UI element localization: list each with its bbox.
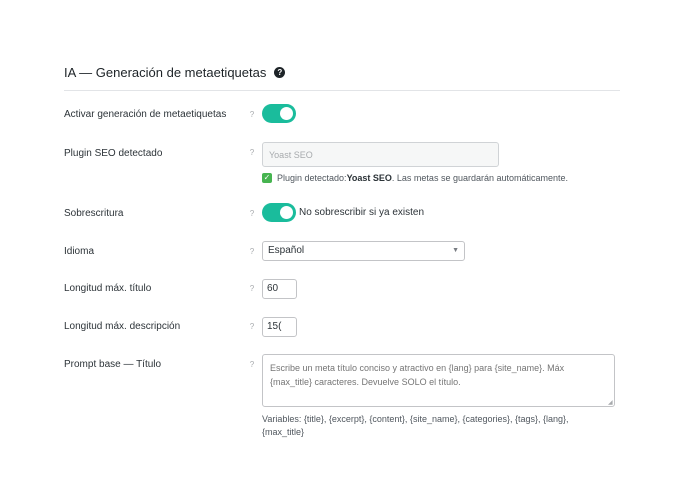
help-icon[interactable]: ? bbox=[247, 209, 257, 219]
description-length-label: Longitud máx. descripción bbox=[64, 321, 181, 332]
toggle-knob bbox=[280, 107, 293, 120]
help-icon[interactable]: ? bbox=[247, 148, 257, 158]
seo-plugin-note: ✓ Plugin detectado: Yoast SEO. Las metas… bbox=[262, 173, 568, 183]
language-selected-value: Español bbox=[268, 245, 305, 256]
help-icon[interactable]: ? bbox=[247, 110, 257, 120]
checkbox-checked-icon: ✓ bbox=[262, 173, 272, 183]
section-title: IA — Generación de metaetiquetas bbox=[64, 65, 267, 80]
help-icon[interactable]: ? bbox=[247, 322, 257, 332]
help-icon[interactable]: ? bbox=[247, 360, 257, 370]
language-select[interactable]: Español ▼ bbox=[262, 241, 465, 261]
overwrite-toggle-label: No sobrescribir si ya existen bbox=[299, 207, 425, 218]
title-length-input[interactable] bbox=[262, 278, 297, 299]
row-prompt-title: Prompt base — Título ? ◢ Variables: {tit… bbox=[64, 354, 620, 449]
prompt-title-textarea[interactable] bbox=[262, 354, 615, 407]
help-icon[interactable]: ? bbox=[247, 284, 257, 294]
enable-meta-toggle[interactable] bbox=[262, 104, 296, 123]
help-icon[interactable]: ? bbox=[247, 247, 257, 257]
overwrite-label: Sobrescritura bbox=[64, 208, 124, 219]
chevron-down-icon: ▼ bbox=[452, 247, 459, 254]
title-length-label: Longitud máx. título bbox=[64, 283, 152, 294]
section-header: IA — Generación de metaetiquetas ? bbox=[64, 64, 620, 91]
seo-plugin-field bbox=[262, 142, 499, 167]
seo-plugin-label: Plugin SEO detectado bbox=[64, 148, 163, 159]
row-language: Idioma ? Español ▼ bbox=[64, 241, 620, 261]
overwrite-toggle[interactable] bbox=[262, 203, 296, 222]
row-enable-meta: Activar generación de metaetiquetas ? bbox=[64, 104, 620, 124]
enable-meta-label: Activar generación de metaetiquetas bbox=[64, 109, 227, 120]
toggle-knob bbox=[280, 206, 293, 219]
settings-page: IA — Generación de metaetiquetas ? Activ… bbox=[0, 0, 700, 500]
row-title-length: Longitud máx. título ? bbox=[64, 278, 620, 299]
prompt-title-label: Prompt base — Título bbox=[64, 359, 162, 370]
description-length-input[interactable] bbox=[262, 316, 297, 337]
row-overwrite: Sobrescritura ? No sobrescribir si ya ex… bbox=[64, 203, 620, 223]
resize-handle-icon[interactable]: ◢ bbox=[608, 400, 614, 406]
note-prefix: Plugin detectado: bbox=[277, 173, 347, 183]
prompt-variables-hint: Variables: {title}, {excerpt}, {content}… bbox=[262, 414, 569, 437]
language-label: Idioma bbox=[64, 246, 95, 257]
note-suffix: . Las metas se guardarán automáticamente… bbox=[391, 173, 569, 183]
question-circle-icon[interactable]: ? bbox=[274, 67, 286, 78]
note-plugin-name: Yoast SEO bbox=[346, 173, 392, 183]
row-description-length: Longitud máx. descripción ? bbox=[64, 316, 620, 337]
row-seo-plugin: Plugin SEO detectado ? ✓ Plugin detectad… bbox=[64, 142, 620, 187]
